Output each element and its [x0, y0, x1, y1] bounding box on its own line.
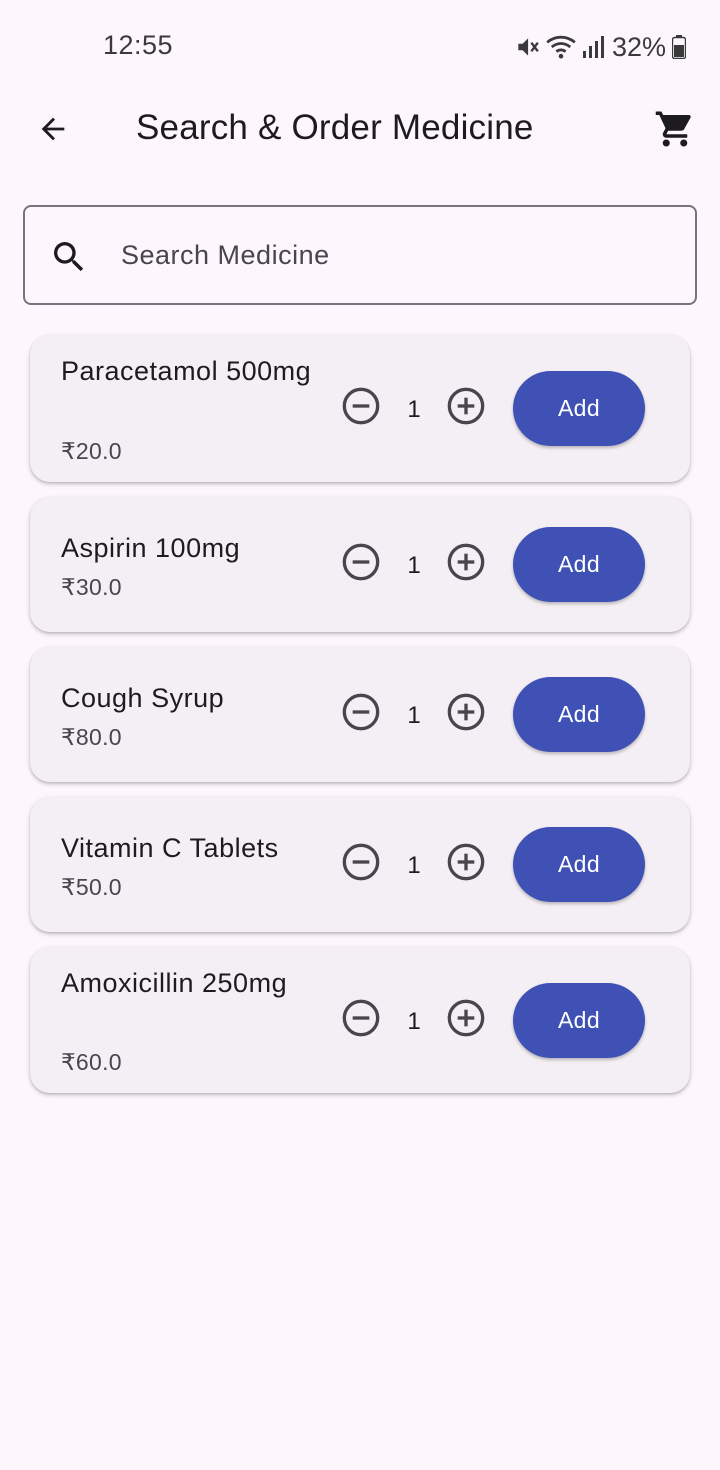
- status-time: 12:55: [103, 30, 174, 60]
- search-field[interactable]: [23, 205, 697, 305]
- status-bar: 12:55 32%: [0, 0, 720, 92]
- add-to-cart-button[interactable]: Add: [513, 983, 645, 1058]
- medicine-name: Vitamin C Tablets: [61, 833, 279, 863]
- search-icon: [49, 237, 89, 277]
- quantity-value: 1: [407, 1008, 421, 1035]
- cart-button[interactable]: [650, 106, 700, 156]
- remove-circle-icon: [341, 542, 381, 587]
- medicine-name: Aspirin 100mg: [61, 533, 241, 563]
- decrease-quantity-button[interactable]: [339, 542, 383, 586]
- increase-quantity-button[interactable]: [444, 842, 488, 886]
- medicine-name: Amoxicillin 250mg: [61, 968, 288, 998]
- wifi-icon: [546, 34, 576, 60]
- medicine-price: ₹20.0: [61, 438, 122, 464]
- remove-circle-icon: [341, 386, 381, 431]
- decrease-quantity-button[interactable]: [339, 692, 383, 736]
- add-circle-icon: [446, 386, 486, 431]
- medicine-name: Paracetamol 500mg: [61, 356, 312, 386]
- increase-quantity-button[interactable]: [444, 386, 488, 430]
- back-button[interactable]: [28, 106, 78, 156]
- remove-circle-icon: [341, 842, 381, 887]
- add-to-cart-button[interactable]: Add: [513, 827, 645, 902]
- quantity-value: 1: [407, 396, 421, 423]
- page-title: Search & Order Medicine: [136, 108, 534, 147]
- add-to-cart-button[interactable]: Add: [513, 527, 645, 602]
- medicine-name: Cough Syrup: [61, 683, 225, 713]
- mute-icon: [514, 34, 540, 60]
- add-circle-icon: [446, 842, 486, 887]
- add-to-cart-button[interactable]: Add: [513, 677, 645, 752]
- decrease-quantity-button[interactable]: [339, 998, 383, 1042]
- add-circle-icon: [446, 692, 486, 737]
- battery-percentage: 32%: [611, 31, 666, 62]
- quantity-value: 1: [407, 702, 421, 729]
- app-bar: Search & Order Medicine: [0, 92, 720, 168]
- medicine-price: ₹30.0: [61, 574, 122, 600]
- medicine-price: ₹80.0: [61, 724, 122, 750]
- medicine-card: Paracetamol 500mg ₹20.0 1 Add: [30, 335, 690, 482]
- medicine-card: Aspirin 100mg ₹30.0 1 Add: [30, 497, 690, 632]
- increase-quantity-button[interactable]: [444, 998, 488, 1042]
- battery-icon: [672, 35, 686, 59]
- decrease-quantity-button[interactable]: [339, 842, 383, 886]
- decrease-quantity-button[interactable]: [339, 386, 383, 430]
- shopping-cart-icon: [654, 108, 696, 155]
- increase-quantity-button[interactable]: [444, 692, 488, 736]
- quantity-value: 1: [407, 852, 421, 879]
- remove-circle-icon: [341, 998, 381, 1043]
- medicine-price: ₹60.0: [61, 1049, 122, 1075]
- remove-circle-icon: [341, 692, 381, 737]
- add-to-cart-button[interactable]: Add: [513, 371, 645, 446]
- quantity-value: 1: [407, 552, 421, 579]
- medicine-card: Vitamin C Tablets ₹50.0 1 Add: [30, 797, 690, 932]
- add-circle-icon: [446, 542, 486, 587]
- medicine-card: Cough Syrup ₹80.0 1 Add: [30, 647, 690, 782]
- status-icons: 32%: [514, 30, 686, 64]
- search-input[interactable]: [121, 207, 681, 303]
- medicine-card: Amoxicillin 250mg ₹60.0 1 Add: [30, 947, 690, 1093]
- medicine-price: ₹50.0: [61, 874, 122, 900]
- add-circle-icon: [446, 998, 486, 1043]
- increase-quantity-button[interactable]: [444, 542, 488, 586]
- signal-icon: [582, 35, 604, 59]
- arrow-back-icon: [36, 112, 70, 151]
